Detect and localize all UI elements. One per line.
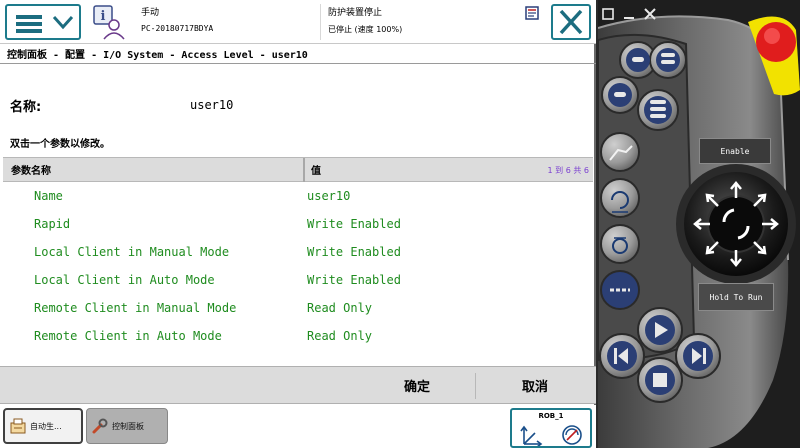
instance-name-value: user10	[190, 98, 234, 112]
operating-mode-text: 手动	[141, 8, 160, 18]
minimize-icon[interactable]	[621, 6, 637, 22]
command-bar: 确定 取消	[0, 366, 596, 404]
status-bar: i 手动 PC-20180717BDYA 防护装置停止 已停止 (速度 100%…	[0, 0, 596, 44]
task-label: 控制面板	[112, 421, 144, 431]
cancel-button[interactable]: 取消	[488, 367, 582, 403]
enable-device-label[interactable]: Enable	[699, 138, 771, 164]
table-row[interactable]: Name user10	[3, 183, 593, 211]
quickset-button[interactable]: ROB_1	[510, 408, 592, 448]
joystick[interactable]	[676, 164, 796, 284]
pendant-body	[598, 0, 800, 448]
param-value: user10	[307, 189, 351, 203]
mechanical-unit-label: ROB_1	[538, 412, 564, 420]
wrench-icon	[92, 418, 108, 434]
breadcrumb: 控制面板 - 配置 - I/O System - Access Level - …	[7, 50, 308, 61]
param-value: Write Enabled	[307, 245, 401, 259]
param-value: Write Enabled	[307, 273, 401, 287]
operator-info-icon[interactable]: i	[90, 3, 128, 41]
param-value: Read Only	[307, 329, 373, 343]
table-row[interactable]: Local Client in Manual Mode Write Enable…	[3, 239, 593, 267]
param-name: Rapid	[34, 217, 71, 231]
increment-button[interactable]	[600, 224, 640, 264]
status-divider	[320, 4, 321, 40]
pendant-hardware-panel: Enable Hold To Run	[598, 0, 800, 448]
column-separator[interactable]	[303, 158, 305, 182]
close-button[interactable]	[551, 4, 591, 40]
event-log-icon[interactable]	[525, 6, 539, 20]
task-control-panel[interactable]: 控制面板	[86, 408, 168, 444]
table-header: 参数名称 值 1 到 6 共 6	[3, 157, 593, 182]
jog-coordinate-icon	[520, 425, 582, 446]
hamburger-icon	[16, 15, 42, 33]
hold-to-run-button[interactable]: Hold To Run	[698, 283, 774, 311]
toggle-button[interactable]	[600, 270, 640, 310]
controller-name-text: PC-20180717BDYA	[141, 24, 214, 33]
command-divider	[475, 373, 476, 399]
close-window-icon[interactable]	[642, 6, 658, 22]
breadcrumb-divider	[0, 63, 596, 64]
motion-mode-button[interactable]	[600, 178, 640, 218]
column-header-value[interactable]: 值	[311, 162, 321, 177]
column-header-parameter[interactable]: 参数名称	[11, 162, 51, 177]
param-name: Local Client in Auto Mode	[34, 273, 215, 287]
param-name: Remote Client in Auto Mode	[34, 329, 222, 343]
table-row[interactable]: Rapid Write Enabled	[3, 211, 593, 239]
param-value: Write Enabled	[307, 217, 401, 231]
table-row[interactable]: Remote Client in Manual Mode Read Only	[3, 295, 593, 323]
instance-name-label: 名称:	[10, 100, 42, 115]
stop-icon	[653, 373, 667, 387]
row-counter: 1 到 6 共 6	[547, 166, 589, 175]
mechanical-unit-select-button[interactable]	[600, 132, 640, 172]
safety-status-text: 防护装置停止	[328, 8, 383, 18]
param-value: Read Only	[307, 301, 373, 315]
instruction-text: 双击一个参数以修改。	[10, 139, 110, 150]
chevron-down-icon	[52, 15, 74, 30]
task-auto-production[interactable]: 自动生...	[3, 408, 83, 444]
auto-production-icon	[10, 418, 26, 434]
restore-icon[interactable]	[600, 6, 616, 22]
param-name: Local Client in Manual Mode	[34, 245, 230, 259]
param-name: Remote Client in Manual Mode	[34, 301, 237, 315]
abb-menu-button[interactable]	[5, 4, 81, 40]
close-icon	[559, 9, 583, 35]
flexpendant-screen: i 手动 PC-20180717BDYA 防护装置停止 已停止 (速度 100%…	[0, 0, 596, 448]
table-row[interactable]: Local Client in Auto Mode Write Enabled	[3, 267, 593, 295]
task-label: 自动生...	[30, 421, 62, 431]
svg-text:i: i	[101, 9, 106, 24]
param-name: Name	[34, 189, 63, 203]
ok-button[interactable]: 确定	[370, 367, 464, 403]
table-row[interactable]: Remote Client in Auto Mode Read Only	[3, 323, 593, 351]
speed-status-text: 已停止 (速度 100%)	[328, 25, 403, 34]
taskbar: 自动生... 控制面板 ROB_1	[0, 405, 596, 448]
